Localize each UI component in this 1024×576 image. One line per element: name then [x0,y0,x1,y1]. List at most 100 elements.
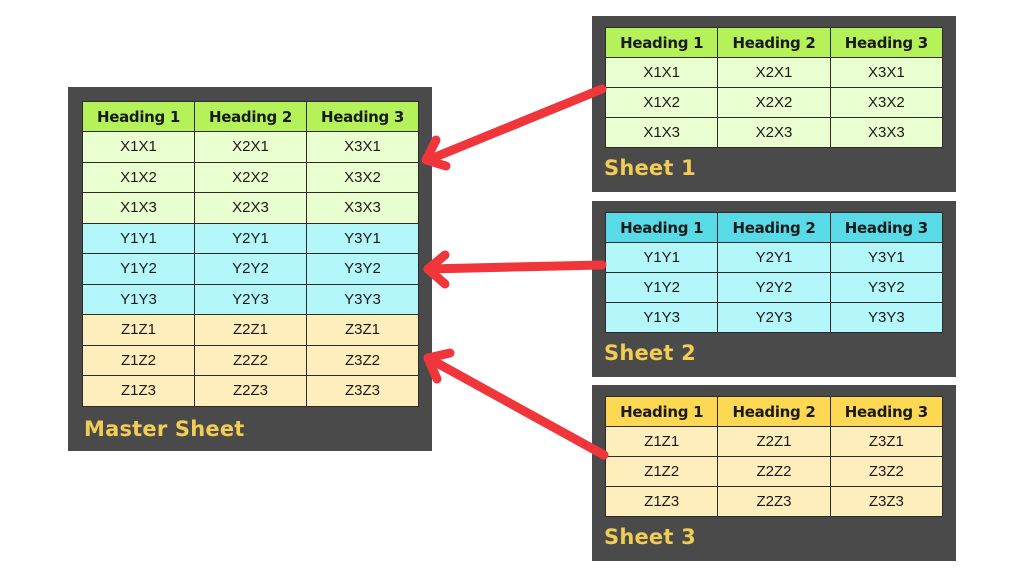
table-row: Y1Y2 Y2Y2 Y3Y2 [604,272,944,303]
table-cell: Y3Y2 [306,253,419,285]
arrow-shaft [423,353,609,460]
table-row: Z1Z2 Z2Z2 Z3Z2 [604,456,944,487]
table-cell: Z1Z3 [604,486,719,517]
table-cell: X3X3 [829,117,944,148]
table-cell: X2X2 [717,87,831,118]
arrow-sheet3-to-master [423,348,609,460]
table-cell: X2X3 [194,192,307,224]
table-cell: Y2Y3 [717,302,831,333]
table-cell: Z3Z3 [306,375,419,407]
table-row: X1X2 X2X2 X3X2 [604,87,944,118]
header-cell: Heading 1 [82,101,195,132]
table-cell: Y1Y2 [82,253,195,285]
table-row: Z1Z3 Z2Z3 Z3Z3 [604,486,944,517]
table-cell: X1X2 [604,87,719,118]
table-cell: Z3Z1 [306,314,419,346]
table-cell: Y2Y2 [717,272,831,303]
table-cell: Y2Y2 [194,253,307,285]
table-cell: Y1Y1 [82,222,195,254]
header-cell: Heading 2 [717,212,831,243]
table-cell: X1X1 [604,57,719,88]
table-cell: Z1Z1 [604,426,719,457]
sheet-3-panel: Heading 1 Heading 2 Heading 3 Z1Z1 Z2Z1 … [592,385,956,561]
table-cell: Y2Y3 [194,283,307,315]
table-cell: X3X1 [829,57,944,88]
table-cell: Z2Z3 [194,375,307,407]
table-cell: Y1Y1 [604,242,719,273]
table-cell: Z3Z2 [306,344,419,376]
table-cell: X1X3 [604,117,719,148]
header-row: Heading 1 Heading 2 Heading 3 [604,212,944,243]
table-cell: Z1Z3 [82,375,195,407]
table-cell: Z2Z2 [194,344,307,376]
table-row: X1X3 X2X3 X3X3 [604,117,944,148]
arrow-sheet2-to-master [423,250,607,289]
table-cell: Z2Z3 [717,486,831,517]
table-cell: Z1Z1 [82,314,195,346]
header-cell: Heading 3 [829,27,944,58]
table-row: X1X2 X2X2 X3X2 [82,161,419,193]
table-row: Y1Y1 Y2Y1 Y3Y1 [604,242,944,273]
table-row: Y1Y2 Y2Y2 Y3Y2 [82,253,419,285]
table-cell: Z3Z3 [829,486,944,517]
table-row: Z1Z1 Z2Z1 Z3Z1 [82,314,419,346]
table-cell: X3X2 [829,87,944,118]
sheet-3-label: Sheet 3 [604,525,696,549]
table-row: X1X3 X2X3 X3X3 [82,192,419,224]
sheet-2-table: Heading 1 Heading 2 Heading 3 Y1Y1 Y2Y1 … [604,212,944,333]
table-cell: X3X2 [306,161,419,193]
master-sheet-label: Master Sheet [84,417,245,441]
header-cell: Heading 1 [604,27,719,58]
table-cell: X2X1 [717,57,831,88]
table-cell: Z1Z2 [604,456,719,487]
table-cell: Y3Y2 [829,272,944,303]
table-cell: X2X2 [194,161,307,193]
table-cell: Y1Y2 [604,272,719,303]
header-cell: Heading 3 [306,101,419,132]
table-cell: Z3Z1 [829,426,944,457]
table-row: X1X1 X2X1 X3X1 [604,57,944,88]
header-cell: Heading 2 [717,27,831,58]
table-cell: Y3Y1 [829,242,944,273]
table-cell: X1X1 [82,131,195,163]
table-cell: Z1Z2 [82,344,195,376]
table-cell: X1X3 [82,192,195,224]
table-row: Z1Z2 Z2Z2 Z3Z2 [82,344,419,376]
master-sheet-panel: Heading 1 Heading 2 Heading 3 X1X1 X2X1 … [68,87,432,451]
table-cell: Z2Z2 [717,456,831,487]
table-cell: X2X3 [717,117,831,148]
arrow-shaft [423,260,607,274]
header-row: Heading 1 Heading 2 Heading 3 [604,27,944,58]
sheet-1-table: Heading 1 Heading 2 Heading 3 X1X1 X2X1 … [604,27,944,148]
header-cell: Heading 2 [717,396,831,427]
table-row: Y1Y3 Y2Y3 Y3Y3 [82,283,419,315]
sheet-1-panel: Heading 1 Heading 2 Heading 3 X1X1 X2X1 … [592,16,956,192]
table-row: Y1Y3 Y2Y3 Y3Y3 [604,302,944,333]
table-row: Y1Y1 Y2Y1 Y3Y1 [82,222,419,254]
table-cell: Y3Y1 [306,222,419,254]
table-cell: X3X3 [306,192,419,224]
table-cell: Z3Z2 [829,456,944,487]
header-cell: Heading 3 [829,396,944,427]
header-cell: Heading 1 [604,396,719,427]
table-cell: Y1Y3 [604,302,719,333]
table-cell: Y3Y3 [306,283,419,315]
table-cell: Z2Z1 [194,314,307,346]
arrow-shaft [423,84,607,165]
header-cell: Heading 1 [604,212,719,243]
table-row: X1X1 X2X1 X3X1 [82,131,419,163]
sheet-2-panel: Heading 1 Heading 2 Heading 3 Y1Y1 Y2Y1 … [592,201,956,377]
table-cell: X3X1 [306,131,419,163]
header-cell: Heading 2 [194,101,307,132]
sheet-2-label: Sheet 2 [604,341,696,365]
sheet-3-table: Heading 1 Heading 2 Heading 3 Z1Z1 Z2Z1 … [604,396,944,517]
table-cell: Y3Y3 [829,302,944,333]
table-cell: X2X1 [194,131,307,163]
sheet-1-label: Sheet 1 [604,156,696,180]
header-row: Heading 1 Heading 2 Heading 3 [604,396,944,427]
table-cell: Y2Y1 [717,242,831,273]
table-cell: Y1Y3 [82,283,195,315]
table-row: Z1Z3 Z2Z3 Z3Z3 [82,375,419,407]
master-sheet-table: Heading 1 Heading 2 Heading 3 X1X1 X2X1 … [82,101,419,407]
table-cell: X1X2 [82,161,195,193]
